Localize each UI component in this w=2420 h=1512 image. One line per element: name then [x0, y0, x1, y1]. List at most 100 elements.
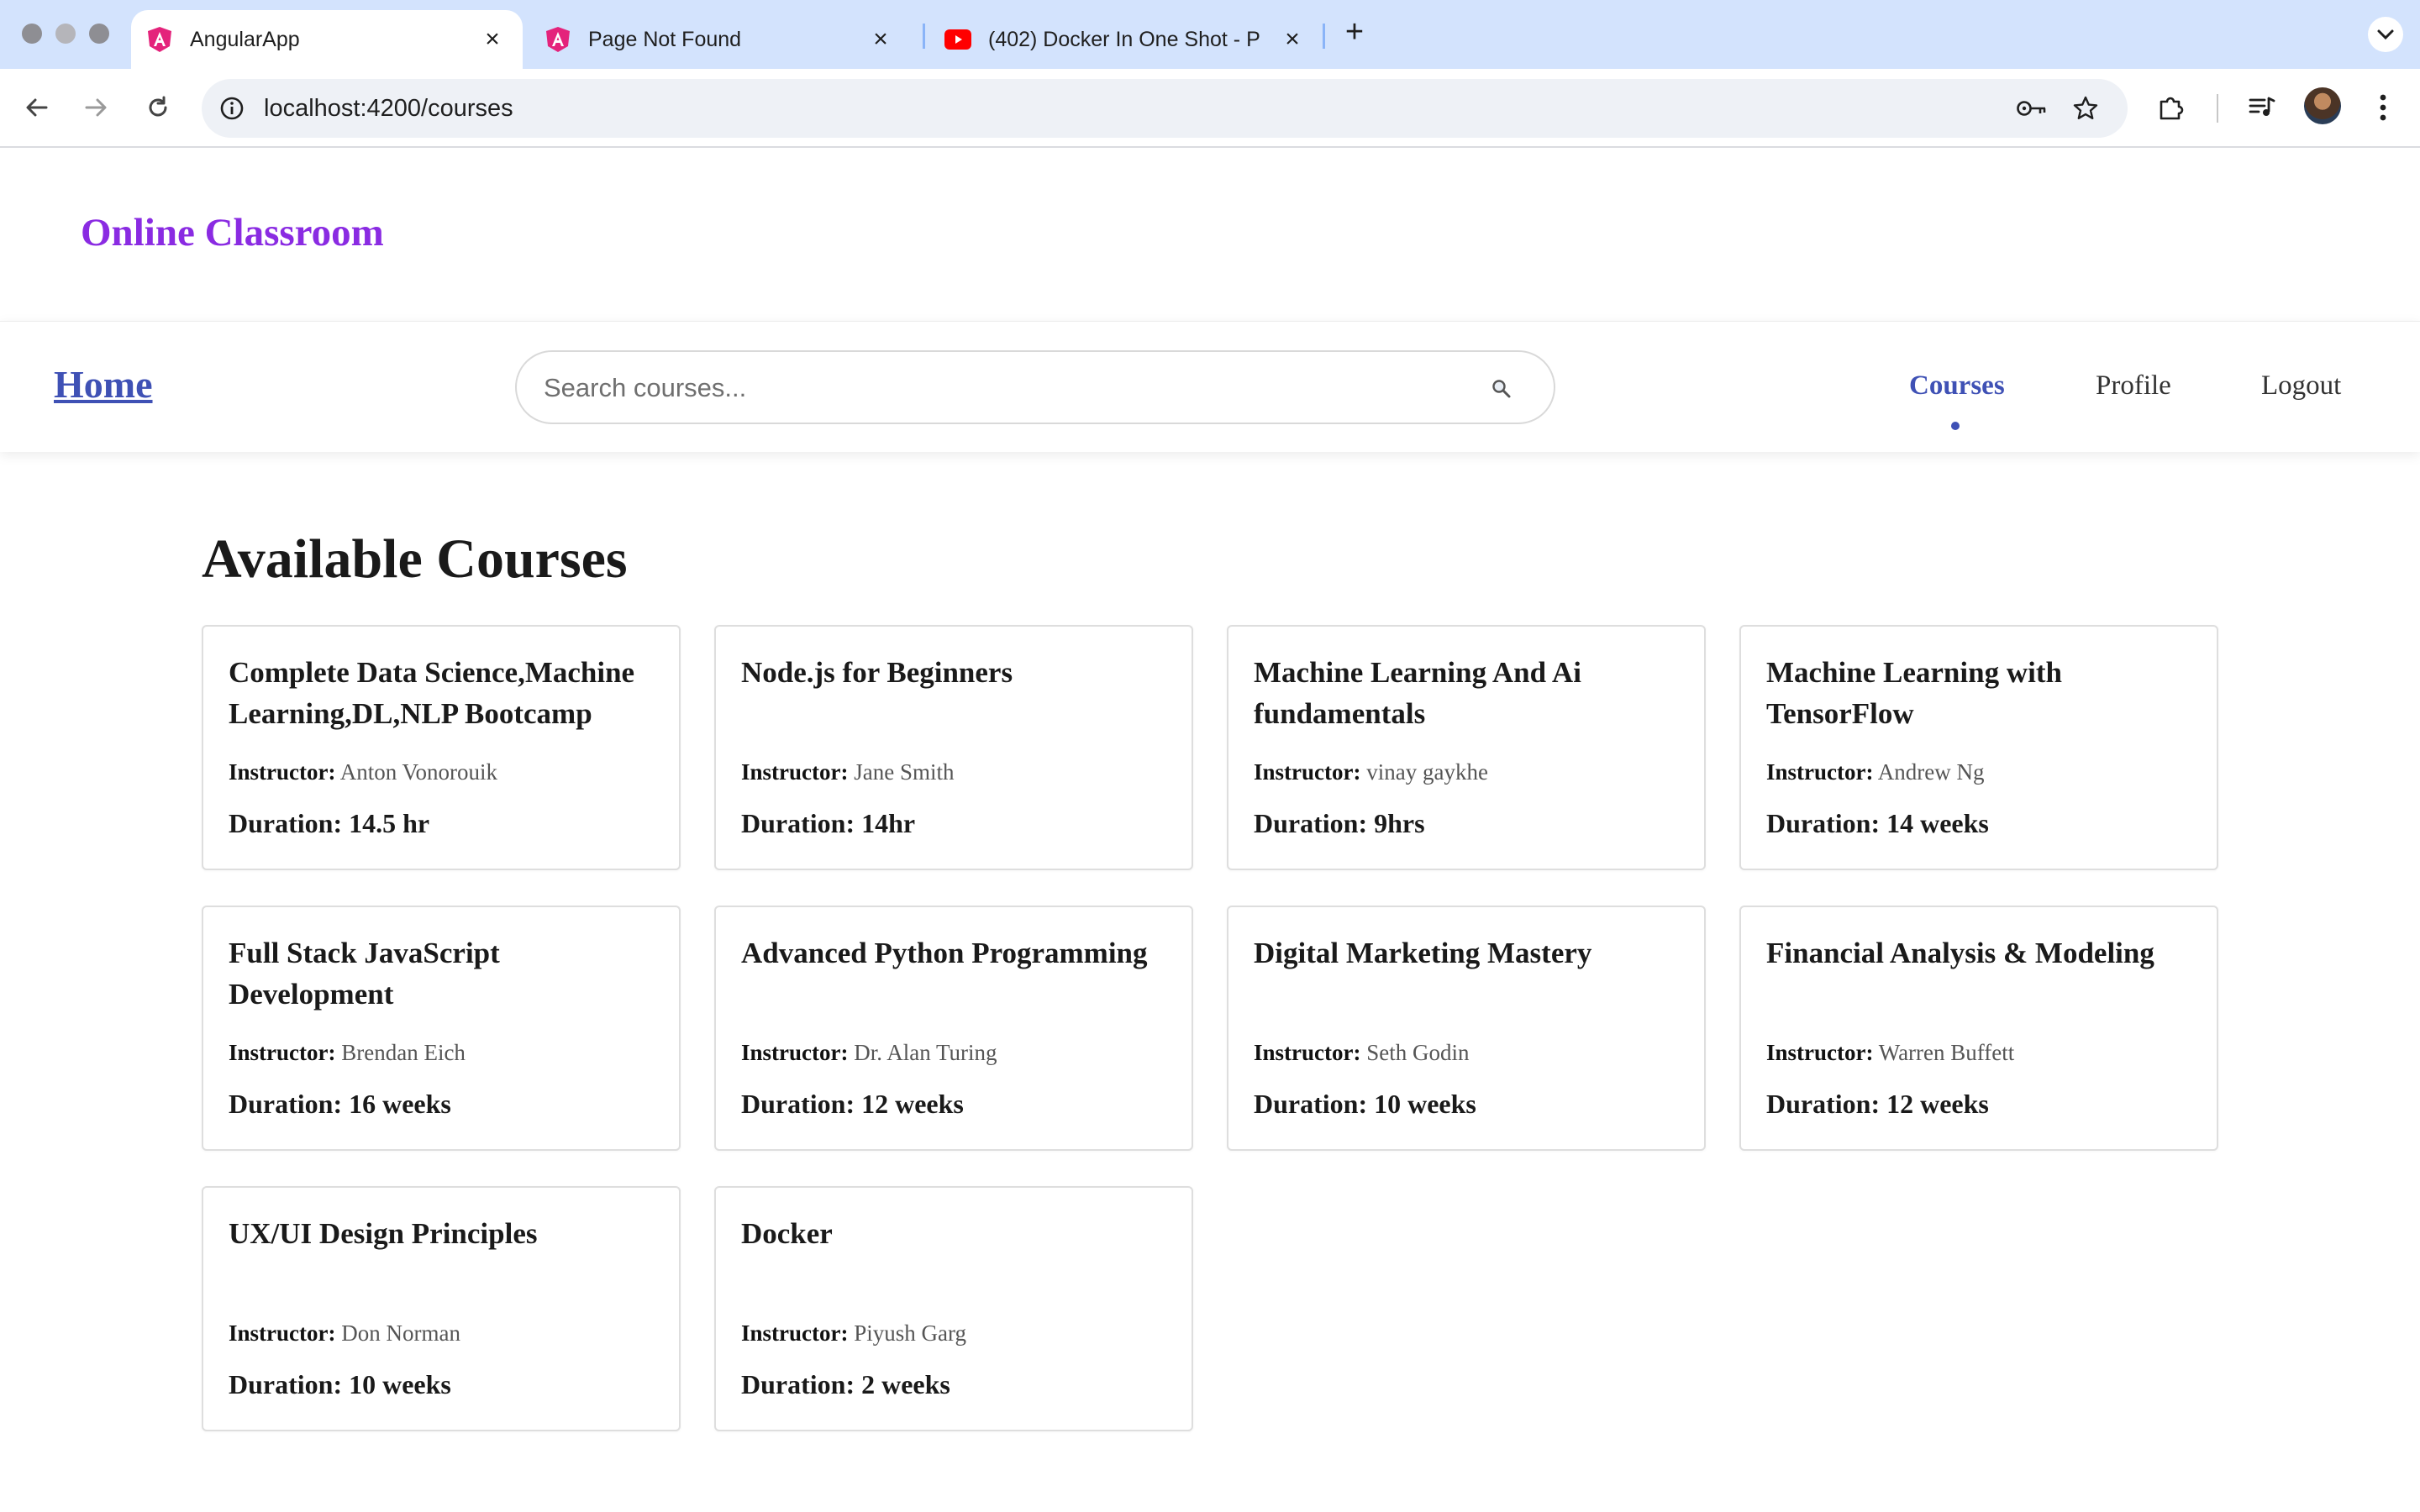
- instructor-label: Instructor:: [1254, 1040, 1361, 1065]
- browser-toolbar: localhost:4200/courses: [0, 69, 2420, 148]
- course-duration: Duration: 14hr: [741, 808, 916, 838]
- password-key-icon[interactable]: [2012, 88, 2052, 129]
- instructor-label: Instructor:: [741, 1320, 849, 1346]
- close-icon[interactable]: ×: [1276, 23, 1309, 56]
- course-title: Advanced Python Programming: [741, 937, 1148, 969]
- course-card[interactable]: Full Stack JavaScript Development Instru…: [202, 906, 681, 1151]
- course-duration: Duration: 14.5 hr: [229, 808, 430, 838]
- instructor-name: Anton Vonorouik: [339, 759, 498, 785]
- reload-button[interactable]: [138, 87, 178, 128]
- course-duration: Duration: 9hrs: [1254, 808, 1425, 838]
- media-controls-icon[interactable]: [2242, 87, 2282, 128]
- course-card[interactable]: UX/UI Design Principles Instructor: Don …: [202, 1186, 681, 1431]
- course-card[interactable]: Node.js for Beginners Instructor: Jane S…: [714, 625, 1193, 870]
- nav-logout[interactable]: Logout: [2261, 370, 2341, 402]
- course-card[interactable]: Advanced Python Programming Instructor: …: [714, 906, 1193, 1151]
- instructor-name: Andrew Ng: [1877, 759, 1985, 785]
- tab-separator: [923, 24, 925, 49]
- course-card[interactable]: Digital Marketing Mastery Instructor: Se…: [1227, 906, 1706, 1151]
- course-instructor: Instructor: Jane Smith: [741, 759, 954, 785]
- browser-tab-strip: AngularApp × Page Not Found × (402) Dock…: [0, 0, 2420, 69]
- course-instructor: Instructor: Andrew Ng: [1766, 759, 1984, 785]
- tab-docker-video[interactable]: (402) Docker In One Shot - P ×: [929, 10, 1323, 69]
- arrow-right-icon: [85, 98, 107, 117]
- course-title: Docker: [741, 1217, 833, 1250]
- course-title: Full Stack JavaScript Development: [229, 937, 500, 1011]
- instructor-name: Seth Godin: [1366, 1040, 1470, 1065]
- instructor-label: Instructor:: [741, 759, 849, 785]
- home-link[interactable]: Home: [54, 362, 153, 407]
- tab-separator: [1323, 24, 1325, 49]
- window-zoom-dot[interactable]: [89, 24, 109, 44]
- instructor-name: Brendan Eich: [341, 1040, 466, 1065]
- address-bar[interactable]: localhost:4200/courses: [202, 79, 2128, 138]
- instructor-label: Instructor:: [229, 1320, 336, 1346]
- course-instructor: Instructor: Anton Vonorouik: [229, 759, 497, 785]
- brand-title: Online Classroom: [81, 211, 384, 255]
- instructor-label: Instructor:: [1766, 759, 1874, 785]
- forward-button[interactable]: [76, 87, 116, 128]
- bookmark-star-icon[interactable]: [2065, 88, 2106, 129]
- tab-angularapp[interactable]: AngularApp ×: [131, 10, 523, 69]
- youtube-icon: [944, 26, 971, 53]
- course-instructor: Instructor: Warren Buffett: [1766, 1040, 2014, 1066]
- back-button[interactable]: [17, 87, 57, 128]
- main-navbar: Home Courses Profile Logout: [0, 321, 2420, 452]
- course-card[interactable]: Machine Learning And Ai fundamentals Ins…: [1227, 625, 1706, 870]
- instructor-label: Instructor:: [741, 1040, 849, 1065]
- angular-icon: [146, 26, 173, 53]
- instructor-label: Instructor:: [1766, 1040, 1874, 1065]
- arrow-left-icon: [26, 98, 48, 117]
- chevron-down-icon: [2377, 29, 2394, 40]
- course-duration: Duration: 16 weeks: [229, 1089, 451, 1119]
- course-instructor: Instructor: Dr. Alan Turing: [741, 1040, 997, 1066]
- course-card[interactable]: Machine Learning with TensorFlow Instruc…: [1739, 625, 2218, 870]
- tab-title: AngularApp: [190, 27, 300, 51]
- url-text: localhost:4200/courses: [264, 95, 513, 122]
- instructor-label: Instructor:: [229, 759, 336, 785]
- course-title: Machine Learning with TensorFlow: [1766, 656, 2062, 730]
- tab-page-not-found[interactable]: Page Not Found ×: [529, 10, 911, 69]
- extensions-puzzle-icon[interactable]: [2151, 87, 2191, 128]
- instructor-name: vinay gaykhe: [1366, 759, 1488, 785]
- course-title: Node.js for Beginners: [741, 656, 1013, 689]
- instructor-name: Don Norman: [341, 1320, 460, 1346]
- page-title: Available Courses: [202, 528, 628, 590]
- window-close-dot[interactable]: [22, 24, 42, 44]
- course-card[interactable]: Complete Data Science,Machine Learning,D…: [202, 625, 681, 870]
- course-title: Complete Data Science,Machine Learning,D…: [229, 656, 635, 730]
- course-duration: Duration: 12 weeks: [741, 1089, 964, 1119]
- course-instructor: Instructor: vinay gaykhe: [1254, 759, 1488, 785]
- new-tab-button[interactable]: +: [1337, 14, 1372, 50]
- window-minimize-dot[interactable]: [55, 24, 76, 44]
- instructor-name: Warren Buffett: [1878, 1040, 2015, 1065]
- course-duration: Duration: 14 weeks: [1766, 808, 1989, 838]
- course-instructor: Instructor: Brendan Eich: [229, 1040, 466, 1066]
- toolbar-separator: [2217, 94, 2218, 123]
- tab-title: Page Not Found: [588, 27, 742, 51]
- course-card[interactable]: Docker Instructor: Piyush Garg Duration:…: [714, 1186, 1193, 1431]
- tab-title: (402) Docker In One Shot - P: [988, 27, 1260, 51]
- course-duration: Duration: 12 weeks: [1766, 1089, 1989, 1119]
- search-bar: [515, 350, 1555, 424]
- course-duration: Duration: 10 weeks: [1254, 1089, 1476, 1119]
- instructor-label: Instructor:: [1254, 759, 1361, 785]
- profile-avatar[interactable]: [2304, 87, 2341, 124]
- course-title: Financial Analysis & Modeling: [1766, 937, 2154, 969]
- search-input[interactable]: [544, 369, 1451, 407]
- nav-courses[interactable]: Courses: [1909, 370, 2005, 402]
- course-duration: Duration: 10 weeks: [229, 1369, 451, 1399]
- more-menu-icon[interactable]: [2363, 87, 2403, 128]
- course-title: Machine Learning And Ai fundamentals: [1254, 656, 1581, 730]
- close-icon[interactable]: ×: [864, 23, 897, 56]
- instructor-name: Jane Smith: [854, 759, 955, 785]
- nav-profile[interactable]: Profile: [2096, 370, 2171, 402]
- instructor-label: Instructor:: [229, 1040, 336, 1065]
- instructor-name: Piyush Garg: [854, 1320, 966, 1346]
- close-icon[interactable]: ×: [476, 23, 509, 56]
- course-instructor: Instructor: Seth Godin: [1254, 1040, 1470, 1066]
- site-info-icon[interactable]: [212, 88, 252, 129]
- tab-search-button[interactable]: [2368, 17, 2403, 52]
- search-icon[interactable]: [1485, 372, 1518, 406]
- course-card[interactable]: Financial Analysis & Modeling Instructor…: [1739, 906, 2218, 1151]
